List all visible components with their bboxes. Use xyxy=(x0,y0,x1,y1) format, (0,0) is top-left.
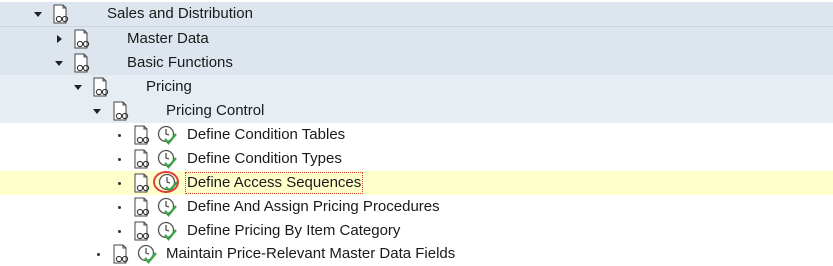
chevron-right-icon xyxy=(56,35,62,43)
bullet-icon xyxy=(117,205,121,209)
leaf-marker xyxy=(114,129,124,141)
tree-node-define-condition-types[interactable]: Define Condition Types xyxy=(0,147,833,172)
tree-node-label: Pricing xyxy=(146,78,192,95)
bullet-icon xyxy=(117,181,121,185)
bullet-icon xyxy=(117,229,121,233)
bullet-icon xyxy=(117,157,121,161)
clock-check-icon[interactable] xyxy=(157,197,177,217)
chevron-down-icon xyxy=(74,84,82,90)
clock-check-icon[interactable] xyxy=(137,244,157,264)
leaf-marker xyxy=(93,248,103,260)
leaf-marker xyxy=(114,225,124,237)
tree-node-sales-distribution[interactable]: Sales and Distribution xyxy=(0,2,833,27)
tree-node-label: Sales and Distribution xyxy=(107,5,253,22)
document-glasses-icon xyxy=(113,244,129,264)
document-glasses-icon xyxy=(134,197,150,217)
tree-node-label: Define Pricing By Item Category xyxy=(187,222,401,239)
document-glasses-icon xyxy=(53,4,69,24)
tree-node-basic-functions[interactable]: Basic Functions xyxy=(0,51,833,76)
document-glasses-icon xyxy=(134,173,150,193)
expand-toggle[interactable] xyxy=(54,57,64,69)
expand-toggle[interactable] xyxy=(54,33,64,45)
document-glasses-icon xyxy=(134,221,150,241)
expand-toggle[interactable] xyxy=(92,105,102,117)
document-glasses-icon xyxy=(113,101,129,121)
document-glasses-icon xyxy=(93,77,109,97)
tree-node-maintain-price-relevant-fields[interactable]: Maintain Price-Relevant Master Data Fiel… xyxy=(0,242,833,266)
tree-node-pricing[interactable]: Pricing xyxy=(0,75,833,100)
highlight-ring xyxy=(153,171,179,193)
leaf-marker xyxy=(114,153,124,165)
document-glasses-icon xyxy=(134,125,150,145)
clock-check-icon[interactable] xyxy=(157,221,177,241)
tree-node-label: Define Condition Tables xyxy=(187,126,346,143)
chevron-down-icon xyxy=(93,108,101,114)
tree-node-label: Master Data xyxy=(127,30,209,47)
tree-node-pricing-control[interactable]: Pricing Control xyxy=(0,99,833,124)
tree-node-label: Define And Assign Pricing Procedures xyxy=(187,198,440,215)
document-glasses-icon xyxy=(74,29,90,49)
tree-node-master-data[interactable]: Master Data xyxy=(0,27,833,52)
tree-node-define-assign-pricing-procedures[interactable]: Define And Assign Pricing Procedures xyxy=(0,195,833,220)
chevron-down-icon xyxy=(55,60,63,66)
clock-check-icon[interactable] xyxy=(157,125,177,145)
leaf-marker xyxy=(114,201,124,213)
document-glasses-icon xyxy=(74,53,90,73)
expand-toggle[interactable] xyxy=(33,8,43,20)
tree-node-define-condition-tables[interactable]: Define Condition Tables xyxy=(0,123,833,148)
tree-node-label: Define Condition Types xyxy=(187,150,342,167)
document-glasses-icon xyxy=(134,149,150,169)
chevron-down-icon xyxy=(34,11,42,17)
tree-node-define-pricing-by-item-category[interactable]: Define Pricing By Item Category xyxy=(0,219,833,244)
img-tree: Sales and Distribution Master Data Basic… xyxy=(0,0,833,266)
tree-node-label: Maintain Price-Relevant Master Data Fiel… xyxy=(166,245,456,262)
tree-node-label: Basic Functions xyxy=(127,54,233,71)
tree-node-label: Define Access Sequences xyxy=(184,172,364,194)
expand-toggle[interactable] xyxy=(73,81,83,93)
leaf-marker xyxy=(114,177,124,189)
clock-check-icon[interactable] xyxy=(157,149,177,169)
tree-node-define-access-sequences[interactable]: Define Access Sequences xyxy=(0,171,833,196)
bullet-icon xyxy=(96,252,100,256)
tree-node-label: Pricing Control xyxy=(166,102,265,119)
bullet-icon xyxy=(117,133,121,137)
